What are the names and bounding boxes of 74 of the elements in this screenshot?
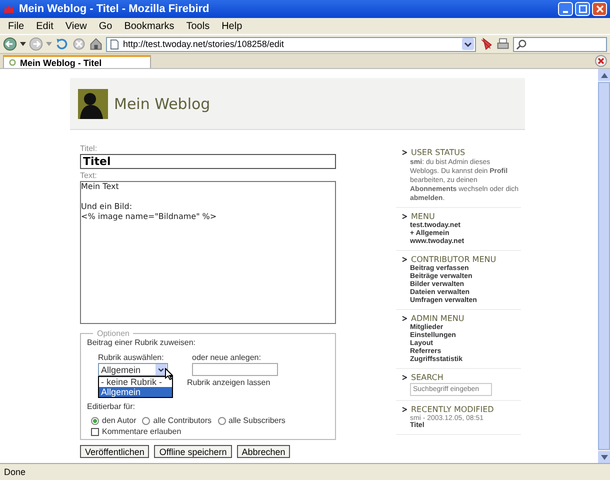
chevron-icon <box>402 407 407 412</box>
group-legend: Optionen <box>93 329 134 338</box>
section-label: Beitrag einer Rubrik zuweisen: <box>87 338 196 348</box>
checkbox-option[interactable]: Kommentare erlauben <box>87 427 329 436</box>
text-area[interactable]: Mein Text Und ein Bild: <% image name="Bildname" %> <box>80 181 336 324</box>
minimize-button[interactable] <box>558 2 573 16</box>
radio-button[interactable] <box>91 416 99 424</box>
dropdown-icon[interactable] <box>155 364 167 375</box>
scroll-down-button[interactable] <box>598 451 610 463</box>
chevron-icon <box>402 316 407 321</box>
page-icon <box>110 38 119 50</box>
dropdown-option[interactable]: - keine Rubrik - <box>99 377 172 387</box>
sidebar-heading: MENU <box>411 212 435 221</box>
search-icon <box>516 38 527 50</box>
printer-icon[interactable] <box>496 37 510 51</box>
chevron-icon <box>402 257 407 262</box>
sidebar-heading: CONTRIBUTOR MENU <box>411 255 496 264</box>
radio-button[interactable] <box>142 416 150 424</box>
checkbox[interactable] <box>91 428 99 436</box>
new-category-field[interactable] <box>192 363 278 376</box>
menu-item[interactable]: View <box>60 20 92 32</box>
chevron-icon <box>402 150 407 155</box>
maximize-icon <box>578 5 586 13</box>
browser-tab[interactable]: Mein Weblog - Titel <box>3 55 151 68</box>
menu-item[interactable]: Tools <box>181 20 215 32</box>
sidebar-heading: USER STATUS <box>411 148 466 157</box>
menu-item[interactable]: Edit <box>31 20 58 32</box>
dropdown-icon[interactable] <box>462 38 474 50</box>
radio-option[interactable]: alle Subscribers <box>218 416 286 425</box>
radio-option[interactable]: den Autor <box>91 416 136 425</box>
status-text: Done <box>4 467 26 477</box>
search-field[interactable] <box>513 36 607 52</box>
window-title: Mein Weblog - Titel - Mozilla Firebird <box>19 3 210 15</box>
form-button[interactable]: Veröffentlichen <box>80 445 150 458</box>
menu-item[interactable]: Help <box>216 20 248 32</box>
reload-icon[interactable] <box>55 37 69 51</box>
person-silhouette-icon <box>78 88 108 118</box>
dropdown-option[interactable]: Allgemein <box>99 387 172 397</box>
field-label: oder neue anlegen: <box>192 353 262 363</box>
bookmark-icon[interactable] <box>479 37 493 51</box>
sidebar-heading: ADMIN MENU <box>411 314 464 323</box>
back-icon[interactable] <box>3 37 17 51</box>
close-button[interactable] <box>592 2 607 16</box>
close-icon <box>596 5 604 13</box>
home-icon[interactable] <box>89 37 103 51</box>
radio-button[interactable] <box>218 416 226 424</box>
page-icon <box>9 59 16 66</box>
chevron-icon <box>402 214 407 219</box>
menu-item[interactable]: Go <box>94 20 118 32</box>
field-label: Text: <box>80 171 98 181</box>
menu-item[interactable]: Bookmarks <box>119 20 180 32</box>
up-arrow-icon <box>600 72 608 78</box>
down-arrow-icon <box>600 454 608 460</box>
radio-option[interactable]: alle Contributors <box>142 416 212 425</box>
chevron-icon <box>402 375 407 380</box>
title-field[interactable]: Titel <box>80 154 336 169</box>
scroll-up-button[interactable] <box>598 69 610 81</box>
address-field[interactable]: http://test.twoday.net/stories/108258/edit <box>106 36 476 52</box>
stop-icon[interactable] <box>72 37 86 51</box>
sidebar-heading: RECENTLY MODIFIED <box>411 405 494 414</box>
maximize-button[interactable] <box>575 2 590 16</box>
blog-title: Mein Weblog <box>114 94 210 112</box>
option-label: Rubrik anzeigen lassen <box>187 378 270 388</box>
section-label: Editierbar für: <box>87 402 136 412</box>
menu-item[interactable]: File <box>3 20 30 32</box>
browser-icon <box>3 3 15 15</box>
category-select[interactable]: Allgemein <box>98 363 168 376</box>
sidebar-heading: SEARCH <box>411 373 444 382</box>
field-label: Titel: <box>80 144 98 154</box>
dropdown-icon[interactable] <box>20 42 26 46</box>
close-tab-icon[interactable] <box>595 55 607 67</box>
form-button[interactable]: Offline speichern <box>154 445 232 458</box>
form-button[interactable]: Abbrechen <box>236 445 290 458</box>
field-label: Rubrik auswählen: <box>98 353 165 363</box>
